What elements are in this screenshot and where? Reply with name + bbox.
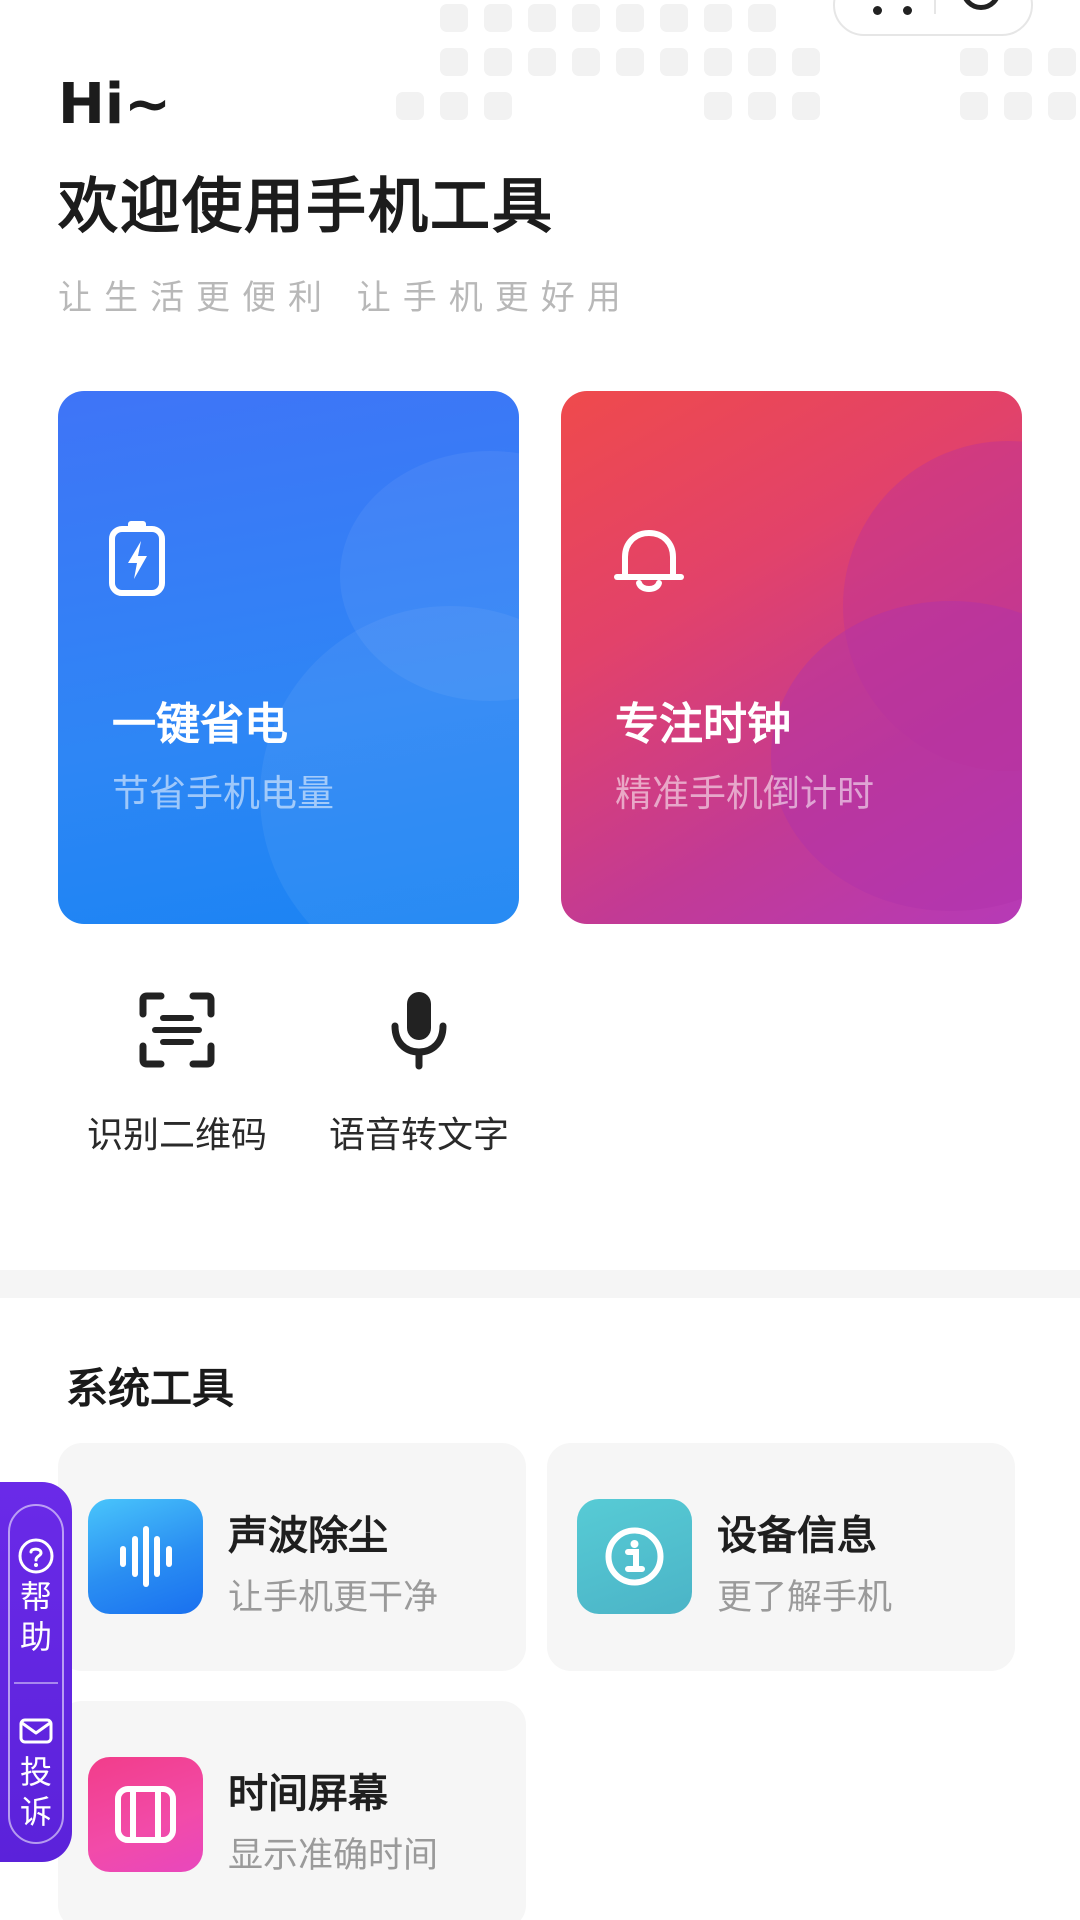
close-circle-icon[interactable]: [961, 0, 1001, 10]
greeting: Hi~: [58, 72, 171, 137]
decorative-dot: [704, 92, 732, 120]
screen-icon: [115, 1786, 176, 1843]
scan-icon: [139, 992, 215, 1068]
section-title-system-tools: 系统工具: [66, 1364, 235, 1413]
more-icon[interactable]: [873, 6, 923, 18]
section-divider: [0, 1270, 1080, 1298]
info-icon: [605, 1527, 664, 1586]
decorative-dot: [396, 92, 424, 120]
mail-icon: [19, 1718, 53, 1744]
decorative-dot: [660, 4, 688, 32]
question-circle-icon: [18, 1538, 54, 1574]
complain-label: 投诉: [19, 1753, 52, 1831]
sonic-dust-removal-item[interactable]: 声波除尘 让手机更干净: [58, 1443, 526, 1671]
quick-tool-label: 语音转文字: [328, 1115, 509, 1156]
microphone-icon: [391, 992, 447, 1070]
card-subtitle: 节省手机电量: [112, 772, 334, 815]
decorative-dot: [484, 48, 512, 76]
battery-charge-icon: [109, 521, 165, 596]
sound-wave-icon: [120, 1526, 172, 1587]
decorative-dot: [960, 92, 988, 120]
page-title: 欢迎使用手机工具: [58, 172, 554, 242]
bell-icon: [614, 529, 684, 592]
tool-subtitle: 让手机更干净: [228, 1578, 439, 1618]
capsule-divider: [934, 0, 936, 14]
card-decoration: [771, 601, 1022, 911]
card-title: 专注时钟: [615, 699, 791, 750]
decorative-dot: [440, 48, 468, 76]
help-label: 帮助: [19, 1578, 52, 1656]
page-subtitle: 让生活更便利 让手机更好用: [58, 278, 633, 318]
quick-tool-label: 识别二维码: [86, 1115, 267, 1156]
card-title: 一键省电: [112, 699, 288, 750]
decorative-dot: [484, 4, 512, 32]
tool-title: 声波除尘: [228, 1513, 388, 1559]
decorative-dot: [528, 4, 556, 32]
tool-title: 时间屏幕: [228, 1771, 388, 1817]
decorative-dot: [484, 92, 512, 120]
decorative-dot: [792, 48, 820, 76]
tool-icon-tile: [88, 1757, 203, 1872]
decorative-dot: [1048, 92, 1076, 120]
decorative-dot: [528, 48, 556, 76]
decorative-dot: [792, 92, 820, 120]
card-subtitle: 精准手机倒计时: [615, 772, 874, 815]
complain-button[interactable]: 投诉: [8, 1712, 64, 1832]
decorative-dot: [440, 92, 468, 120]
decorative-dot: [748, 48, 776, 76]
time-screen-item[interactable]: 时间屏幕 显示准确时间: [58, 1701, 526, 1920]
menu-capsule[interactable]: [833, 0, 1033, 36]
tool-title: 设备信息: [717, 1513, 877, 1559]
decorative-dot: [1004, 92, 1032, 120]
decorative-dot: [1048, 48, 1076, 76]
decorative-dot: [660, 48, 688, 76]
scan-qr-button[interactable]: 识别二维码: [72, 990, 282, 1158]
decorative-dot: [440, 4, 468, 32]
side-tab-divider: [14, 1682, 58, 1684]
decorative-dot: [1004, 48, 1032, 76]
focus-clock-card[interactable]: 专注时钟 精准手机倒计时: [561, 391, 1022, 924]
tool-icon-tile: [577, 1499, 692, 1614]
tool-icon-tile: [88, 1499, 203, 1614]
decorative-dot: [960, 48, 988, 76]
decorative-dot: [572, 48, 600, 76]
decorative-dot: [616, 48, 644, 76]
decorative-dot: [748, 92, 776, 120]
decorative-dot: [572, 4, 600, 32]
tool-subtitle: 显示准确时间: [228, 1836, 439, 1876]
power-saving-card[interactable]: 一键省电 节省手机电量: [58, 391, 519, 924]
speech-to-text-button[interactable]: 语音转文字: [314, 990, 524, 1158]
decorative-dot: [748, 4, 776, 32]
device-info-item[interactable]: 设备信息 更了解手机: [547, 1443, 1015, 1671]
decorative-dot: [704, 48, 732, 76]
decorative-dot: [616, 4, 644, 32]
decorative-dot: [704, 4, 732, 32]
help-button[interactable]: 帮助: [8, 1537, 64, 1657]
tool-subtitle: 更了解手机: [717, 1578, 893, 1618]
